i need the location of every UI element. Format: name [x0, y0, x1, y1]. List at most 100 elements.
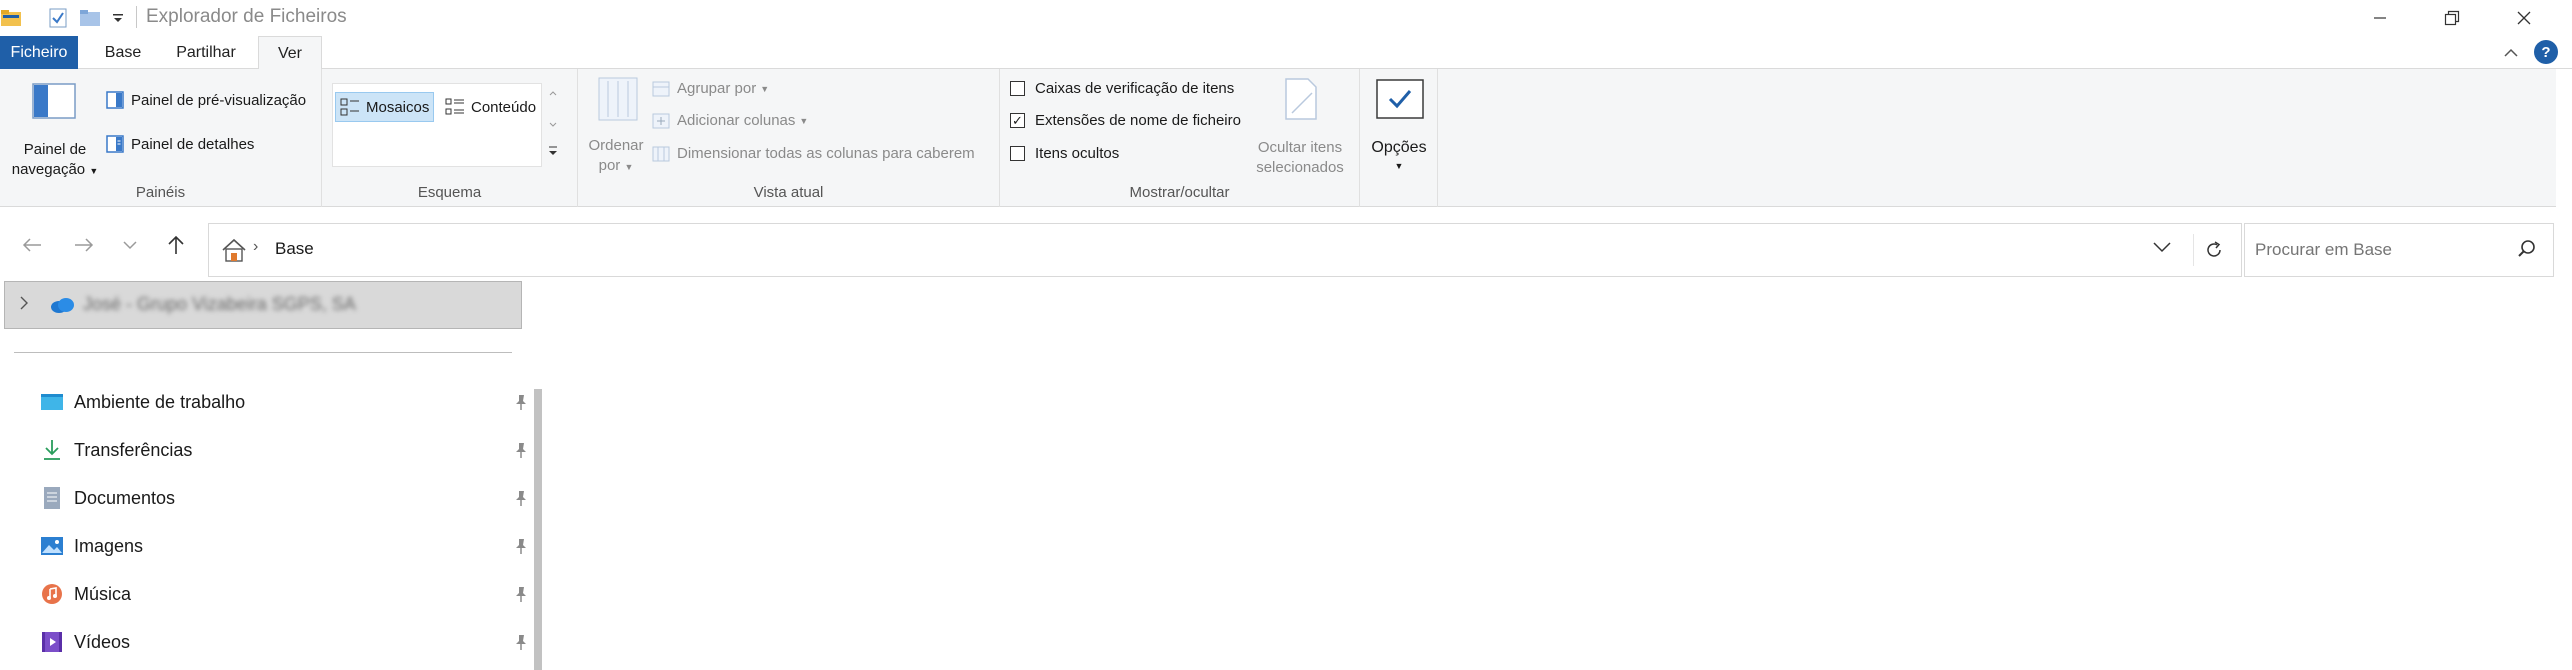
- group-layout: Mosaicos Conteúdo Esquema: [322, 69, 578, 207]
- new-folder-quick-access-icon[interactable]: [78, 7, 102, 29]
- hide-selected-items-button[interactable]: Ocultar itens selecionados: [1250, 77, 1350, 177]
- sidebar-item-label: Música: [74, 583, 132, 604]
- details-pane-label: Painel de detalhes: [131, 135, 255, 153]
- pin-icon: [516, 491, 526, 506]
- search-icon[interactable]: [2517, 239, 2537, 264]
- options-label: Opções: [1371, 139, 1427, 156]
- tiles-icon: [340, 98, 359, 116]
- window-title: Explorador de Ficheiros: [146, 6, 347, 27]
- close-icon: [2517, 11, 2531, 25]
- group-label-layout: Esquema: [417, 184, 482, 201]
- minimize-button[interactable]: [2344, 0, 2416, 36]
- preview-pane-button[interactable]: Painel de pré-visualização: [106, 91, 306, 109]
- arrow-up-icon: [168, 235, 184, 254]
- collapse-ribbon-button[interactable]: [2500, 42, 2522, 64]
- group-current-view: Ordenar por ▼ Agrupar por ▼ Adicionar co…: [578, 69, 1000, 207]
- help-button[interactable]: ?: [2534, 40, 2558, 64]
- navigation-pane: José - Grupo Vizabeira SGPS, SA Ambiente…: [0, 277, 545, 670]
- sidebar-item-videos[interactable]: Vídeos: [40, 625, 530, 659]
- pin-icon: [516, 539, 526, 554]
- file-extensions-checkbox[interactable]: ✓: [1010, 113, 1025, 128]
- sidebar-item-downloads[interactable]: Transferências: [40, 433, 530, 467]
- sidebar-item-label: Ambiente de trabalho: [74, 391, 246, 412]
- refresh-icon: [2206, 241, 2221, 257]
- up-button[interactable]: [158, 227, 194, 263]
- sort-by-label-2: por: [598, 157, 621, 174]
- hidden-items-checkbox[interactable]: [1010, 146, 1025, 161]
- breadcrumb-separator-icon: ›: [253, 238, 259, 255]
- item-checkboxes-toggle[interactable]: Caixas de verificação de itens: [1010, 80, 1234, 97]
- refresh-button[interactable]: [2193, 234, 2233, 266]
- tab-view[interactable]: Ver: [258, 36, 322, 70]
- caret-down-icon: ▼: [89, 166, 99, 176]
- chevron-right-icon[interactable]: [19, 296, 29, 315]
- search-input[interactable]: [2255, 234, 2505, 266]
- pin-icon: [516, 395, 526, 410]
- tab-home[interactable]: Base: [92, 36, 154, 69]
- add-columns-button[interactable]: Adicionar colunas ▼: [652, 112, 808, 129]
- sidebar-item-pictures[interactable]: Imagens: [40, 529, 530, 563]
- caret-down-icon: ▼: [799, 115, 809, 126]
- file-extensions-label: Extensões de nome de ficheiro: [1035, 112, 1241, 129]
- hidden-items-toggle[interactable]: Itens ocultos: [1010, 145, 1119, 162]
- download-icon: [40, 438, 64, 462]
- customize-quick-access-icon[interactable]: [108, 7, 128, 29]
- size-all-columns-label: Dimensionar todas as colunas para cabere…: [677, 145, 975, 162]
- sidebar-item-onedrive[interactable]: José - Grupo Vizabeira SGPS, SA: [4, 281, 522, 329]
- chevron-down-icon: [123, 241, 137, 250]
- sidebar-item-label: Documentos: [74, 487, 176, 508]
- ribbon-tabs: Ficheiro Base Partilhar Ver ?: [0, 36, 2572, 70]
- size-columns-icon: [652, 146, 670, 161]
- layout-gallery: Mosaicos Conteúdo: [332, 83, 542, 167]
- details-pane-button[interactable]: Painel de detalhes: [106, 135, 254, 153]
- file-list-area[interactable]: [545, 277, 2572, 670]
- properties-quick-access-icon[interactable]: [46, 7, 70, 29]
- size-all-columns-button[interactable]: Dimensionar todas as colunas para cabere…: [652, 145, 975, 162]
- layout-content-option[interactable]: Conteúdo: [441, 92, 540, 122]
- restore-button[interactable]: [2416, 0, 2488, 36]
- arrow-left-icon: [22, 238, 41, 252]
- recent-locations-button[interactable]: [112, 227, 148, 263]
- address-bar[interactable]: › Base: [208, 223, 2242, 277]
- videos-icon: [40, 630, 64, 654]
- caret-down-icon: ▼: [760, 83, 770, 94]
- back-button[interactable]: [14, 227, 50, 263]
- breadcrumb-base[interactable]: Base: [275, 239, 314, 259]
- gallery-scroll-icons: [549, 91, 557, 155]
- options-button[interactable]: Opções ▼: [1364, 79, 1434, 179]
- minimize-icon: [2374, 17, 2386, 19]
- hide-selected-label-1: Ocultar itens: [1257, 139, 1343, 156]
- sidebar-scrollbar-thumb[interactable]: [534, 389, 542, 670]
- address-history-button[interactable]: [2153, 240, 2171, 258]
- music-icon: [40, 582, 64, 606]
- address-toolbar: › Base: [0, 207, 2572, 277]
- item-checkboxes-checkbox[interactable]: [1010, 81, 1025, 96]
- group-by-icon: [652, 81, 670, 96]
- close-button[interactable]: [2488, 0, 2560, 36]
- sidebar-item-desktop[interactable]: Ambiente de trabalho: [40, 385, 530, 419]
- sidebar-item-music[interactable]: Música: [40, 577, 530, 611]
- layout-tiles-option[interactable]: Mosaicos: [335, 92, 435, 122]
- chevron-up-icon: [2504, 48, 2518, 57]
- group-by-button[interactable]: Agrupar por ▼: [652, 80, 769, 97]
- tab-file[interactable]: Ficheiro: [0, 36, 78, 69]
- navigation-pane-button[interactable]: Painel de navegação ▼: [10, 79, 100, 179]
- sidebar-item-documents[interactable]: Documentos: [40, 481, 530, 515]
- sort-by-button[interactable]: Ordenar por ▼: [586, 77, 646, 177]
- layout-gallery-scroller[interactable]: [544, 83, 562, 167]
- hide-selected-icon: [1284, 77, 1318, 126]
- help-icon: ?: [2541, 43, 2551, 61]
- sidebar-item-label: Transferências: [74, 439, 193, 460]
- group-label-show-hide: Mostrar/ocultar: [1129, 184, 1230, 201]
- tiles-label: Mosaicos: [366, 98, 430, 116]
- file-extensions-toggle[interactable]: ✓ Extensões de nome de ficheiro: [1010, 112, 1241, 129]
- pictures-icon: [40, 534, 64, 558]
- caret-down-icon: ▼: [624, 162, 634, 172]
- pin-icon: [516, 443, 526, 458]
- tab-share[interactable]: Partilhar: [166, 36, 246, 69]
- sort-by-icon: [598, 77, 638, 126]
- search-box[interactable]: [2244, 223, 2554, 277]
- group-show-hide: Caixas de verificação de itens ✓ Extensõ…: [1000, 69, 1360, 207]
- forward-button[interactable]: [66, 227, 102, 263]
- details-pane-icon: [106, 135, 124, 153]
